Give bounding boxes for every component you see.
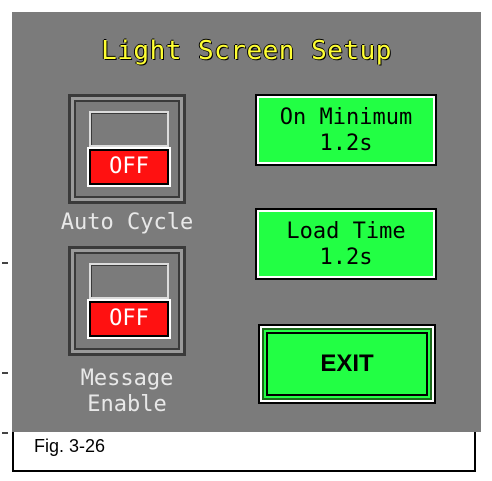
load-time-value: 1.2s (319, 245, 373, 270)
figure-caption: Fig. 3-26 (34, 436, 106, 456)
on-minimum-button[interactable]: On Minimum 1.2s (255, 94, 437, 166)
message-enable-label: Message Enable (52, 366, 202, 418)
message-enable-label-line1: Message (80, 366, 174, 391)
toggle-indicator-window (89, 263, 169, 299)
toggle-indicator-window (89, 111, 169, 147)
on-minimum-value: 1.2s (319, 131, 373, 156)
message-enable-state: OFF (87, 299, 171, 339)
load-time-label: Load Time (286, 219, 406, 244)
message-enable-toggle[interactable]: OFF (68, 246, 186, 356)
on-minimum-label: On Minimum (279, 105, 413, 130)
load-time-button[interactable]: Load Time 1.2s (255, 208, 437, 280)
auto-cycle-toggle[interactable]: OFF (68, 94, 186, 204)
screen-title: Light Screen Setup (101, 36, 392, 66)
auto-cycle-state: OFF (87, 147, 171, 187)
message-enable-label-line2: Enable (87, 392, 167, 417)
margin-marks (0, 0, 12, 481)
exit-button[interactable]: EXIT (258, 324, 436, 404)
auto-cycle-label: Auto Cycle (60, 210, 194, 235)
